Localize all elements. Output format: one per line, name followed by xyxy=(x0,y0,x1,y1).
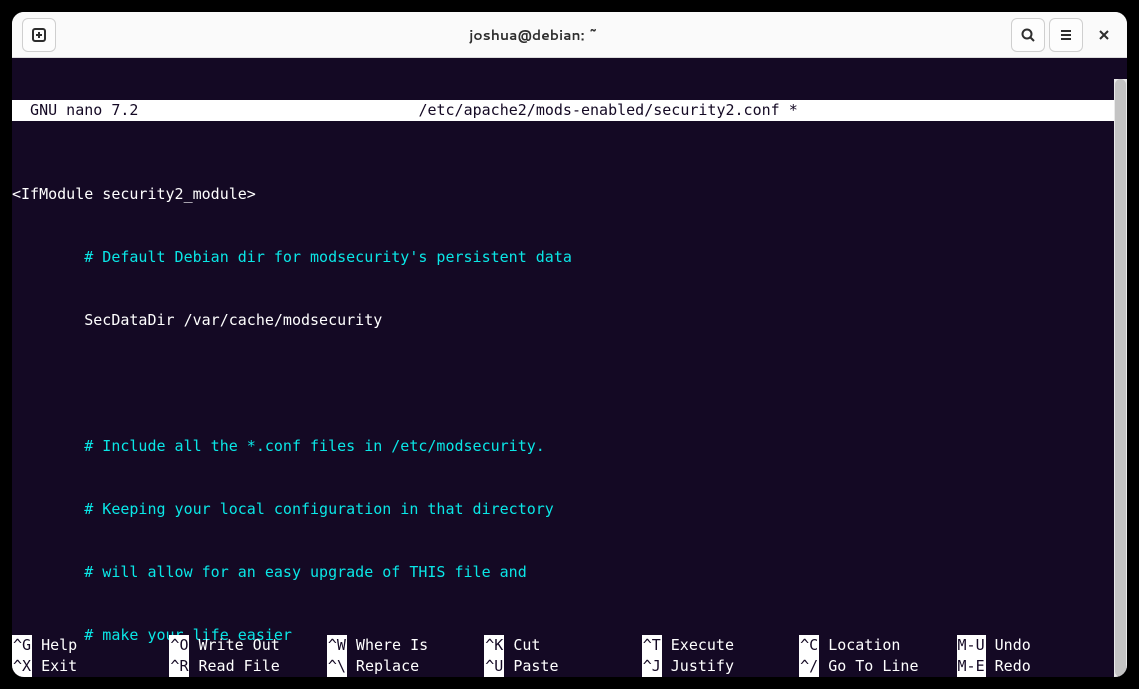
shortcut-item: M-UUndo xyxy=(957,635,1114,656)
shortcut-item: ^XExit xyxy=(12,656,169,677)
window-titlebar: joshua@debian: ~ xyxy=(12,12,1127,58)
search-button[interactable] xyxy=(1011,18,1045,52)
shortcut-label: Location xyxy=(819,635,900,656)
shortcut-item: ^RRead File xyxy=(169,656,326,677)
close-button[interactable] xyxy=(1087,18,1121,52)
shortcut-key: ^R xyxy=(169,656,189,677)
shortcut-key: ^U xyxy=(484,656,504,677)
shortcut-label: Write Out xyxy=(189,635,279,656)
shortcut-key: ^/ xyxy=(799,656,819,677)
shortcut-key: ^X xyxy=(12,656,32,677)
shortcut-key: ^\ xyxy=(327,656,347,677)
code-line: # will allow for an easy upgrade of THIS… xyxy=(84,563,527,581)
shortcut-key: ^J xyxy=(642,656,662,677)
window-title: joshua@debian: ~ xyxy=(58,25,1009,45)
shortcut-label: Go To Line xyxy=(819,656,918,677)
terminal-scrollbar[interactable] xyxy=(1114,79,1127,677)
shortcut-label: Redo xyxy=(986,656,1031,677)
shortcut-label: Read File xyxy=(189,656,279,677)
nano-shortcuts: ^GHelp^OWrite Out^WWhere Is^KCut^TExecut… xyxy=(12,635,1114,677)
menu-button[interactable] xyxy=(1049,18,1083,52)
shortcut-label: Where Is xyxy=(347,635,428,656)
shortcut-item: ^KCut xyxy=(484,635,641,656)
shortcut-label: Exit xyxy=(32,656,77,677)
shortcut-key: ^W xyxy=(327,635,347,656)
shortcut-key: ^T xyxy=(642,635,662,656)
terminal-area[interactable]: GNU nano 7.2 /etc/apache2/mods-enabled/s… xyxy=(12,58,1127,677)
shortcut-item: ^TExecute xyxy=(642,635,799,656)
shortcut-key: M-E xyxy=(957,656,986,677)
code-line: SecDataDir /var/cache/modsecurity xyxy=(84,311,382,329)
shortcut-label: Undo xyxy=(986,635,1031,656)
shortcut-key: ^C xyxy=(799,635,819,656)
shortcut-label: Execute xyxy=(662,635,734,656)
shortcut-item: ^JJustify xyxy=(642,656,799,677)
shortcut-item: ^GHelp xyxy=(12,635,169,656)
shortcut-item: ^UPaste xyxy=(484,656,641,677)
shortcut-item: ^OWrite Out xyxy=(169,635,326,656)
shortcut-label: Replace xyxy=(347,656,419,677)
shortcut-item: ^\Replace xyxy=(327,656,484,677)
nano-app-name: GNU nano 7.2 xyxy=(12,100,138,121)
shortcut-item: ^/Go To Line xyxy=(799,656,956,677)
shortcut-label: Cut xyxy=(504,635,540,656)
shortcut-label: Help xyxy=(32,635,77,656)
nano-file-path: /etc/apache2/mods-enabled/security2.conf… xyxy=(138,100,1114,121)
scrollbar-thumb[interactable] xyxy=(1115,79,1126,677)
shortcut-item: ^WWhere Is xyxy=(327,635,484,656)
new-tab-button[interactable] xyxy=(22,18,56,52)
shortcut-key: M-U xyxy=(957,635,986,656)
code-line: # Keeping your local configuration in th… xyxy=(84,500,554,518)
shortcut-label: Paste xyxy=(504,656,558,677)
shortcut-key: ^G xyxy=(12,635,32,656)
shortcut-key: ^O xyxy=(169,635,189,656)
nano-titlebar: GNU nano 7.2 /etc/apache2/mods-enabled/s… xyxy=(12,100,1114,121)
shortcut-item: M-ERedo xyxy=(957,656,1114,677)
terminal-window: joshua@debian: ~ GNU nano 7.2 /etc/apach… xyxy=(12,12,1127,677)
shortcut-label: Justify xyxy=(662,656,734,677)
code-line: # Default Debian dir for modsecurity's p… xyxy=(84,248,572,266)
code-line: # Include all the *.conf files in /etc/m… xyxy=(84,437,545,455)
code-line: <IfModule security2_module> xyxy=(12,185,256,203)
shortcut-item: ^CLocation xyxy=(799,635,956,656)
shortcut-key: ^K xyxy=(484,635,504,656)
